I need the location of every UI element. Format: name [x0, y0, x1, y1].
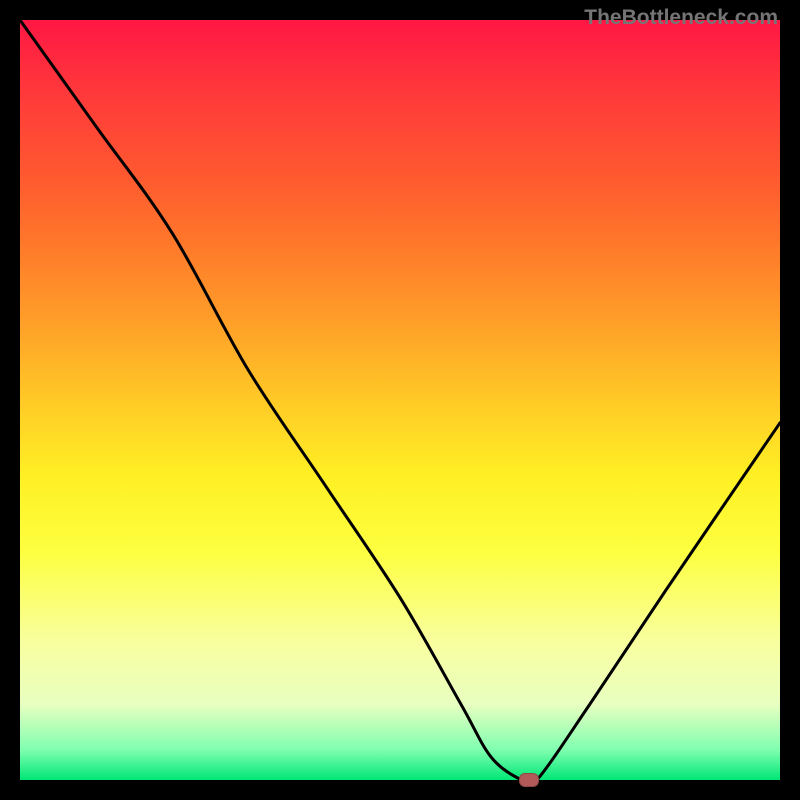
- bottleneck-curve: [20, 20, 780, 780]
- chart-area: [20, 20, 780, 780]
- watermark-text: TheBottleneck.com: [584, 6, 778, 30]
- optimal-marker: [519, 773, 539, 787]
- curve-svg: [20, 20, 780, 780]
